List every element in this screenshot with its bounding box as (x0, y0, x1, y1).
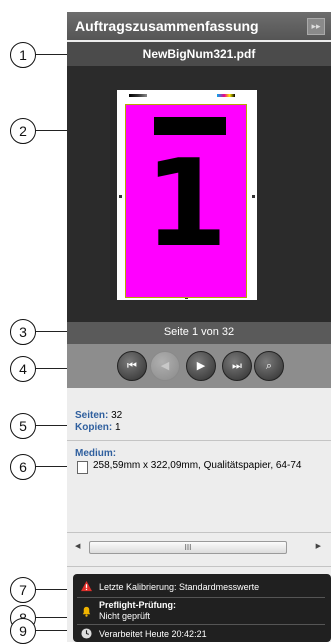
warning-icon (81, 581, 92, 592)
callout-line-3 (36, 331, 67, 332)
color-bar-right (217, 94, 235, 97)
file-name-bar: NewBigNum321.pdf (67, 42, 331, 66)
medium-value: 258,59mm x 322,09mm, Qualitätspapier, 64… (93, 460, 302, 471)
next-icon[interactable]: ▶ (186, 351, 216, 381)
scroll-thumb[interactable]: III (89, 541, 287, 554)
calibration-text: Letzte Kalibrierung: Standardmesswerte (99, 582, 260, 592)
callout-4: 4 (10, 356, 36, 382)
horizontal-scrollbar[interactable]: ◀ III ▶ (75, 540, 323, 554)
preflight-value: Nicht geprüft (99, 611, 151, 621)
navigation-bar: ⏮ ◀ ▶ ⏭ ⌕ (67, 344, 331, 388)
page-info: Seite 1 von 32 (163, 326, 235, 338)
callout-9: 9 (10, 618, 36, 644)
callout-line-6 (36, 466, 67, 467)
scroll-right-icon[interactable]: ▶ (316, 542, 321, 550)
callout-line-1 (36, 54, 67, 55)
divider (67, 440, 331, 441)
panel-header: Auftragszusammenfassung ▸▸ (67, 12, 331, 40)
double-arrow-right-icon[interactable]: ▸▸ (307, 18, 325, 35)
document-icon (77, 461, 88, 474)
callout-5: 5 (10, 413, 36, 439)
clock-icon (81, 628, 92, 639)
callout-6: 6 (10, 454, 36, 480)
callout-2: 2 (10, 118, 36, 144)
color-bar-left (129, 94, 147, 97)
callout-3: 3 (10, 319, 36, 345)
magnifier-icon[interactable]: ⌕ (254, 351, 284, 381)
scroll-left-icon[interactable]: ◀ (75, 542, 80, 550)
preview-page: 1 (117, 90, 257, 300)
status-divider (77, 624, 325, 625)
preflight-title: Preflight-Prüfung: (99, 600, 176, 610)
divider (67, 566, 331, 567)
panel-title: Auftragszusammenfassung (75, 18, 259, 34)
status-divider (77, 597, 325, 598)
big-page-number: 1 (144, 135, 228, 274)
pages-label: Seiten: (75, 410, 109, 421)
medium-label: Medium: (75, 448, 117, 459)
file-name: NewBigNum321.pdf (142, 47, 256, 61)
skip-first-icon[interactable]: ⏮ (117, 351, 147, 381)
pages-value: 32 (111, 410, 123, 421)
page-info-bar: Seite 1 von 32 (67, 322, 331, 344)
crop-mark-right (252, 195, 255, 198)
status-panel: Letzte Kalibrierung: Standardmesswerte P… (73, 574, 331, 642)
magenta-page-area: 1 (125, 104, 247, 298)
processed-text: Verarbeitet Heute 20:42:21 (99, 629, 207, 639)
copies-label: Kopien: (75, 422, 113, 433)
skip-last-icon[interactable]: ⏭ (222, 351, 252, 381)
callout-line-5 (36, 425, 67, 426)
divider (67, 532, 331, 533)
prev-icon[interactable]: ◀ (150, 351, 180, 381)
page-preview[interactable]: 1 (67, 66, 331, 322)
black-bar (154, 117, 226, 135)
crop-mark-left (119, 195, 122, 198)
callout-7: 7 (10, 577, 36, 603)
pages-row: Seiten: 32 (75, 410, 122, 421)
copies-value: 1 (115, 422, 121, 433)
bell-icon (82, 606, 91, 617)
copies-row: Kopien: 1 (75, 422, 121, 433)
callout-1: 1 (10, 42, 36, 68)
